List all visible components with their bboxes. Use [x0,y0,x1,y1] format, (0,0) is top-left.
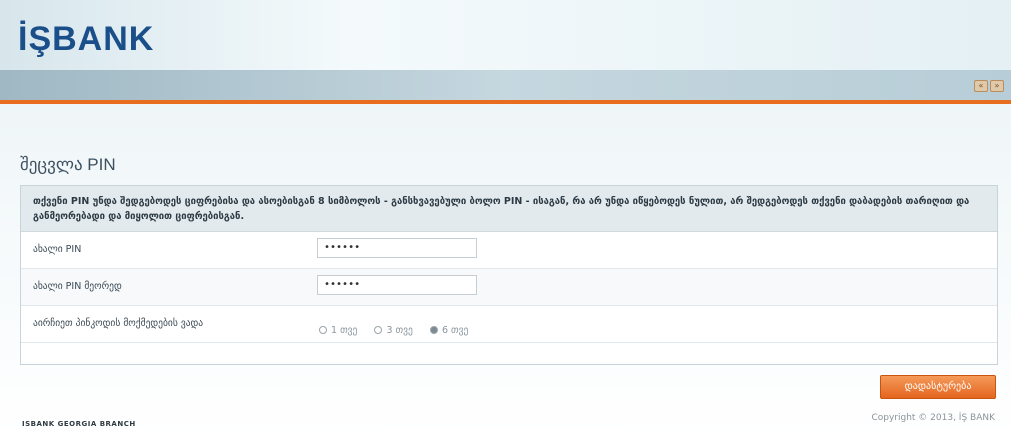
radio-label: 6 თვე [441,325,469,336]
radio-label: 3 თვე [386,325,413,336]
validity-label: აირჩიეთ პინკოდის მოქმედების ვადა [33,318,204,329]
nav-accent-line [0,100,1011,104]
new-pin-row: ახალი PIN •••••• [21,232,997,269]
confirm-pin-label: ახალი PIN მეორედ [33,281,122,292]
radio-option-3-months[interactable]: 3 თვე [374,325,413,336]
radio-option-1-month[interactable]: 1 თვე [319,325,357,336]
radio-button-icon[interactable] [319,326,327,334]
nav-prev-button[interactable]: « [974,80,988,92]
nav-bar [0,70,1011,100]
confirm-pin-input[interactable]: •••••• [317,275,477,295]
header-banner: İŞBANK [0,0,1011,70]
bank-logo: İŞBANK [18,20,155,58]
radio-option-6-months[interactable]: 6 თვე [429,325,469,336]
confirm-pin-row: ახალი PIN მეორედ •••••• [21,269,997,306]
radio-label: 1 თვე [331,325,358,336]
pin-change-panel: თქვენი PIN უნდა შედგებოდეს ციფრებისა და … [20,185,998,365]
new-pin-label: ახალი PIN [33,244,82,255]
radio-button-checked-icon[interactable] [429,326,438,334]
footer-branch-text: ISBANK GEORGIA BRANCH [22,420,136,428]
page-title: შეცვლა PIN [20,155,116,174]
copyright-text: Copyright © 2013, İŞ BANK [871,413,995,423]
nav-next-button[interactable]: » [990,80,1004,92]
radio-button-icon[interactable] [374,326,383,334]
new-pin-input[interactable]: •••••• [317,238,477,258]
submit-button[interactable]: დადასტურება [880,375,996,399]
validity-radio-group: 1 თვე 3 თვე 6 თვე [319,318,480,337]
info-text: თქვენი PIN უნდა შედგებოდეს ციფრებისა და … [21,186,997,232]
validity-row: აირჩიეთ პინკოდის მოქმედების ვადა 1 თვე 3… [21,306,997,343]
